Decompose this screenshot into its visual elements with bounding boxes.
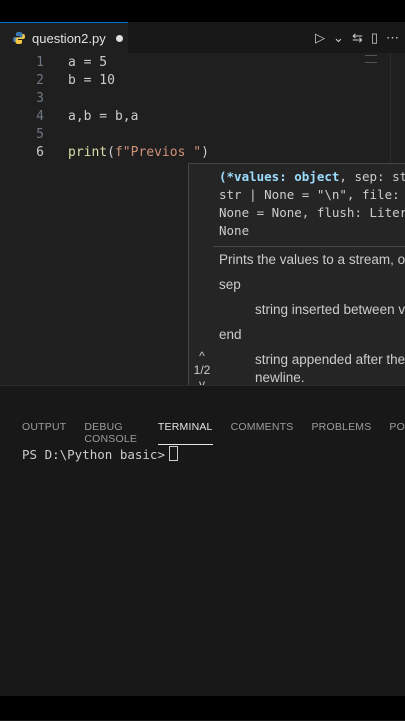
line-code: a = 5 — [68, 55, 108, 70]
line-number: 5 — [36, 127, 44, 142]
code-line[interactable]: 1 a = 5 — [0, 55, 405, 73]
code-line[interactable]: 5 — [0, 127, 405, 145]
unsaved-dot-icon[interactable] — [115, 34, 123, 42]
line-code: print(f"Previos ") — [68, 145, 209, 160]
line-number: 6 — [36, 145, 44, 160]
run-icon[interactable]: ▷ — [315, 30, 325, 46]
editor-tab-bar: question2.py ▷ ⌄ ⇆ ▯ ⋯ — [0, 22, 405, 54]
terminal-prompt: PS D:\Python basic> — [22, 447, 165, 462]
tab-output[interactable]: OUTPUT — [22, 421, 66, 445]
line-number: 4 — [36, 109, 44, 124]
code-line[interactable]: 3 — [0, 91, 405, 109]
chevron-up-icon[interactable]: ^ — [189, 349, 215, 363]
editor-toolbar: ▷ ⌄ ⇆ ▯ ⋯ — [315, 22, 399, 53]
tab-ports[interactable]: PO — [389, 421, 405, 445]
more-actions-icon[interactable]: ⋯ — [386, 30, 399, 46]
open-paren: ( — [107, 145, 115, 160]
param-end: end — [219, 327, 242, 342]
signature-line3: None = None, flush: Liter — [219, 205, 405, 220]
tab-debug-console[interactable]: DEBUG CONSOLE — [84, 421, 140, 445]
signature-line1-rest: , sep: st — [339, 169, 405, 184]
compare-icon[interactable]: ⇆ — [352, 30, 363, 46]
panel-tabs: OUTPUT DEBUG CONSOLE TERMINAL COMMENTS P… — [22, 421, 405, 445]
code-line[interactable]: 4 a,b = b,a — [0, 109, 405, 127]
line-number: 3 — [36, 91, 44, 106]
overload-count: 1/2 — [193, 363, 211, 377]
signature-active-param: (*values: object — [219, 169, 340, 184]
close-paren: ) — [201, 145, 209, 160]
bottom-black-bar — [0, 696, 405, 720]
vscode-window: question2.py ▷ ⌄ ⇆ ▯ ⋯ 1 a = 5 2 b = 10 … — [0, 0, 405, 721]
terminal-output[interactable]: PS D:\Python basic> — [22, 446, 178, 462]
signature-line2: str | None = "\n", file: — [219, 187, 400, 202]
doc-intro: Prints the values to a stream, or — [219, 252, 405, 267]
signature-divider — [213, 246, 405, 247]
line-code: a,b = b,a — [68, 109, 139, 124]
tab-problems[interactable]: PROBLEMS — [311, 421, 371, 445]
split-editor-icon[interactable]: ▯ — [371, 30, 378, 46]
string-literal: f"Previos " — [114, 145, 202, 160]
param-end-desc: string appended after the — [255, 352, 405, 367]
line-code: b = 10 — [68, 73, 115, 88]
tab-comments[interactable]: COMMENTS — [231, 421, 294, 445]
python-icon — [12, 31, 26, 45]
signature-help-popup[interactable]: (*values: object, sep: st str | None = "… — [188, 163, 405, 388]
signature-text: (*values: object, sep: st str | None = "… — [219, 168, 405, 240]
param-end-desc-cont: newline. — [255, 370, 305, 385]
tab-terminal[interactable]: TERMINAL — [157, 421, 213, 445]
param-sep: sep — [219, 277, 241, 292]
code-line-active[interactable]: 6 print(f"Previos ") — [0, 145, 405, 163]
bottom-panel: OUTPUT DEBUG CONSOLE TERMINAL COMMENTS P… — [0, 385, 405, 721]
top-black-bar — [0, 0, 405, 22]
param-sep-desc: string inserted between v — [255, 302, 405, 317]
tab-question2[interactable]: question2.py — [0, 22, 128, 53]
function-name: print — [68, 145, 108, 160]
tab-filename: question2.py — [32, 30, 106, 46]
code-line[interactable]: 2 b = 10 — [0, 73, 405, 91]
line-number: 1 — [36, 55, 44, 70]
overload-navigator: ^ 1/2 v — [189, 349, 215, 387]
run-dropdown-icon[interactable]: ⌄ — [333, 30, 344, 46]
line-number: 2 — [36, 73, 44, 88]
terminal-cursor — [169, 446, 178, 461]
signature-line4: None — [219, 223, 250, 238]
